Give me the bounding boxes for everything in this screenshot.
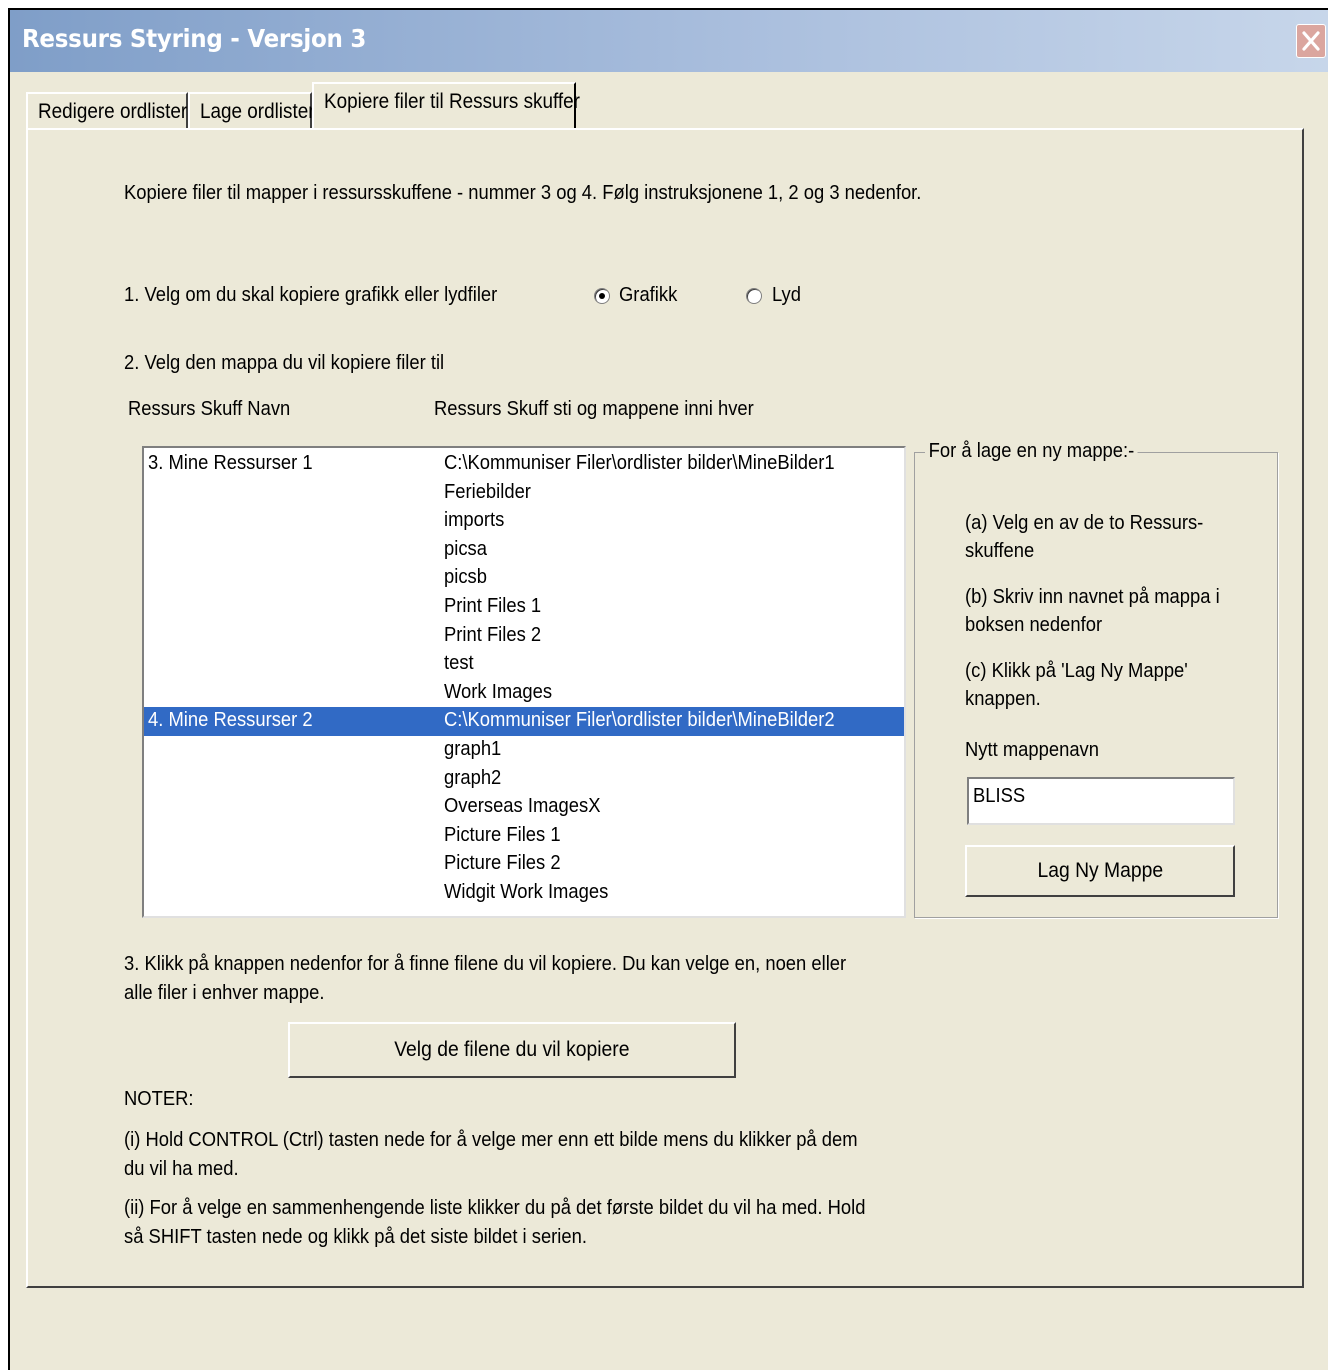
- list-item[interactable]: 3. Mine Ressurser 1 C:\Kommuniser Filer\o…: [144, 450, 904, 479]
- create-folder-button[interactable]: Lag Ny Mappe: [965, 845, 1235, 897]
- list-item[interactable]: Work Images: [144, 679, 904, 708]
- list-item[interactable]: Picture Files 1: [144, 822, 904, 851]
- list-item-selected[interactable]: 4. Mine Ressurser 2 C:\Kommuniser Filer\o…: [144, 707, 904, 736]
- tab-redigere-ordlister[interactable]: Redigere ordlister: [26, 92, 188, 130]
- step-c-text: (c) Klikk på 'Lag Ny Mappe' knappen.: [965, 660, 1188, 710]
- new-folder-name-label: Nytt mappenavn: [965, 739, 1099, 761]
- radio-lyd-label[interactable]: Lyd: [772, 284, 801, 307]
- notes-heading: NOTER:: [124, 1088, 194, 1110]
- step2-label: 2. Velg den mappa du vil kopiere filer t…: [124, 352, 445, 374]
- radio-grafikk[interactable]: [594, 288, 610, 304]
- choose-files-button[interactable]: Velg de filene du vil kopiere: [288, 1022, 736, 1078]
- list-item[interactable]: Print Files 1: [144, 593, 904, 622]
- column-header-path: Ressurs Skuff sti og mappene inni hver: [434, 398, 754, 420]
- new-folder-name-input[interactable]: BLISS: [967, 777, 1235, 825]
- list-item[interactable]: Picture Files 2: [144, 850, 904, 879]
- tab-lage-ordlister[interactable]: Lage ordlister: [188, 92, 315, 130]
- note-1: (i) Hold CONTROL (Ctrl) tasten nede for …: [124, 1129, 858, 1180]
- list-item[interactable]: test: [144, 650, 904, 679]
- step1-label: 1. Velg om du skal kopiere grafikk eller…: [124, 284, 498, 306]
- column-header-name: Ressurs Skuff Navn: [128, 398, 291, 420]
- new-folder-group: For å lage en ny mappe:- (a) Velg en av …: [914, 440, 1278, 918]
- list-item[interactable]: graph2: [144, 765, 904, 794]
- list-item[interactable]: Print Files 2: [144, 622, 904, 651]
- tab-kopiere-filer[interactable]: Kopiere filer til Ressurs skuffer: [312, 82, 580, 128]
- list-item[interactable]: Widgit Work Images: [144, 879, 904, 908]
- step-a-text: (a) Velg en av de to Ressurs-skuffene: [965, 512, 1204, 562]
- window-title: Ressurs Styring - Versjon 3: [22, 24, 367, 53]
- tab-panel: Kopiere filer til mapper i ressursskuffe…: [26, 128, 1304, 1288]
- title-bar[interactable]: Ressurs Styring - Versjon 3: [10, 10, 1328, 72]
- app-window: Ressurs Styring - Versjon 3 Redigere ord…: [8, 8, 1328, 1370]
- intro-text: Kopiere filer til mapper i ressursskuffe…: [124, 182, 922, 204]
- close-icon: [1302, 31, 1320, 51]
- note-2: (ii) For å velge en sammenhengende liste…: [124, 1197, 866, 1248]
- resource-drawer-list[interactable]: 3. Mine Ressurser 1 C:\Kommuniser Filer\o…: [142, 446, 906, 918]
- list-item[interactable]: Feriebilder: [144, 479, 904, 508]
- list-item[interactable]: graph1: [144, 736, 904, 765]
- step3-label: 3. Klikk på knappen nedenfor for å finne…: [124, 953, 847, 1004]
- list-item[interactable]: imports: [144, 507, 904, 536]
- list-item[interactable]: picsb: [144, 564, 904, 593]
- list-item[interactable]: picsa: [144, 536, 904, 565]
- step-b-text: (b) Skriv inn navnet på mappa i boksen n…: [965, 586, 1220, 636]
- radio-lyd[interactable]: [746, 288, 762, 304]
- radio-grafikk-label[interactable]: Grafikk: [619, 284, 677, 307]
- close-button[interactable]: [1296, 24, 1326, 58]
- list-item[interactable]: Overseas ImagesX: [144, 793, 904, 822]
- group-title: For å lage en ny mappe:-: [925, 440, 1138, 463]
